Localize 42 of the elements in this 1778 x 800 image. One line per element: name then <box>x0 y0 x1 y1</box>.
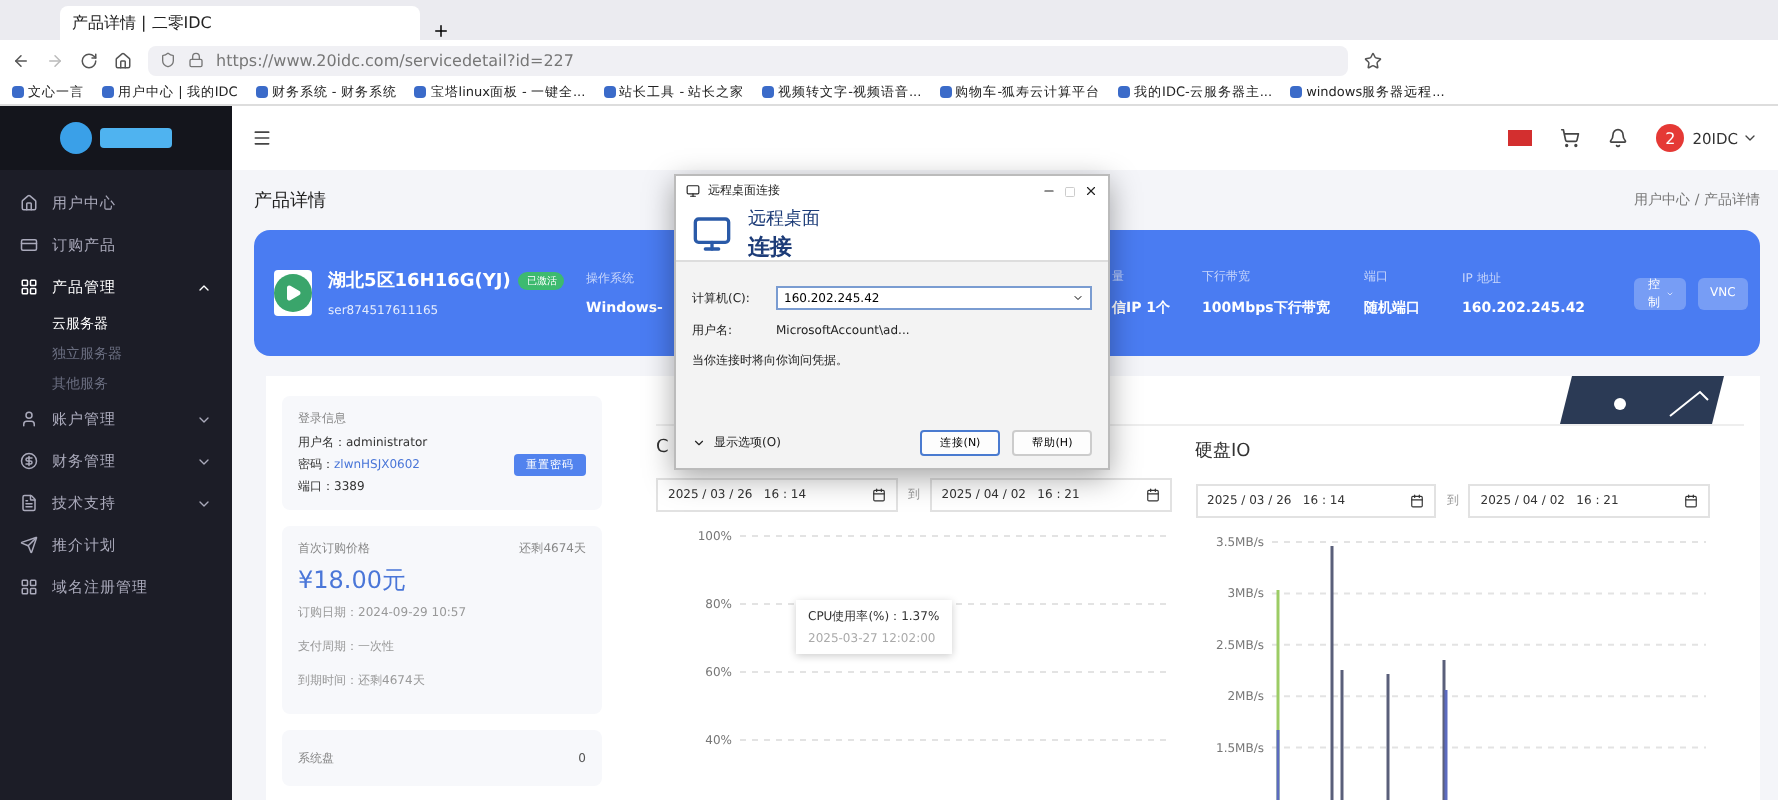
app-icon <box>686 184 700 198</box>
chevron-down-icon <box>692 436 706 450</box>
shield-icon[interactable] <box>160 52 176 68</box>
dialog-subheading: 连接 <box>748 231 794 261</box>
menu-icon[interactable] <box>252 128 272 148</box>
calendar-icon[interactable] <box>871 488 886 502</box>
calendar-icon[interactable] <box>1145 488 1159 502</box>
bell-icon[interactable] <box>1608 128 1629 148</box>
play-icon[interactable] <box>274 270 312 316</box>
reload-icon[interactable] <box>80 51 98 69</box>
chart-title: C <box>656 438 669 458</box>
new-tab-icon[interactable] <box>432 22 450 40</box>
minimize-icon[interactable] <box>1042 184 1056 198</box>
bookmark-star-icon[interactable] <box>1364 51 1382 69</box>
close-icon[interactable] <box>1084 184 1098 198</box>
card-icon <box>20 236 38 254</box>
grid-icon <box>20 278 38 296</box>
page-title: 产品详情 <box>254 189 326 213</box>
grid-icon <box>20 578 38 596</box>
browser-tab[interactable]: 产品详情 | 二零IDC <box>60 6 420 40</box>
dialog-heading: 远程桌面 <box>748 207 820 231</box>
chart-title: 硬盘IO <box>1195 439 1251 464</box>
address-field[interactable]: https://www.20idc.com/servicedetail?id=227 <box>148 45 1348 75</box>
house-icon <box>20 194 38 212</box>
cart-icon[interactable] <box>1560 128 1581 148</box>
document-icon <box>20 494 38 512</box>
flag-icon[interactable] <box>1508 130 1533 146</box>
price-amount: ¥18.00元 <box>298 564 408 598</box>
coin-icon <box>20 452 38 470</box>
person-icon <box>20 410 38 428</box>
calendar-icon[interactable] <box>1410 494 1425 508</box>
home-icon[interactable] <box>114 51 132 69</box>
caret-icon[interactable] <box>1742 130 1758 146</box>
lock-icon[interactable] <box>188 52 204 68</box>
logo-icon <box>56 118 176 158</box>
calendar-icon[interactable] <box>1684 494 1698 508</box>
monitor-icon <box>692 213 732 253</box>
server-name: 湖北5区16H16G(YJ) <box>328 268 511 294</box>
paper-plane-icon <box>20 536 38 554</box>
user-avatar[interactable]: 2 <box>1656 124 1685 152</box>
back-icon[interactable] <box>12 51 30 69</box>
play-triangle-icon <box>284 284 302 302</box>
